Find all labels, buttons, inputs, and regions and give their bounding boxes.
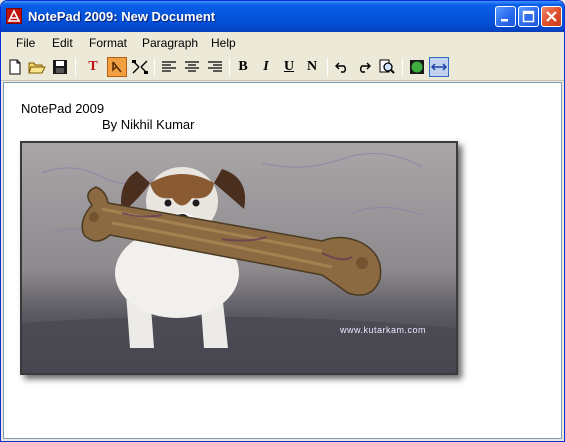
toolbar-separator (327, 58, 328, 76)
title-bar[interactable]: NotePad 2009: New Document (1, 1, 564, 32)
align-left-icon[interactable] (159, 57, 179, 77)
document-title-text: NotePad 2009 (21, 101, 105, 116)
resize-icon[interactable] (130, 57, 150, 77)
toolbar: T B I U N (1, 54, 564, 81)
app-window: NotePad 2009: New Document File Edit For… (0, 0, 565, 442)
toolbar-separator (154, 58, 155, 76)
highlight-icon[interactable] (107, 57, 127, 77)
menu-edit[interactable]: Edit (52, 36, 73, 50)
new-file-icon[interactable] (5, 57, 25, 77)
menu-file[interactable]: File (16, 36, 35, 50)
dog-with-bone-image (22, 143, 456, 373)
menu-format[interactable]: Format (89, 36, 127, 50)
minimize-button[interactable] (495, 6, 516, 27)
app-icon[interactable] (6, 8, 22, 24)
word-wrap-icon[interactable] (429, 57, 449, 77)
underline-icon[interactable]: U (279, 57, 299, 77)
document-author-text: By Nikhil Kumar (102, 117, 195, 132)
menu-paragraph[interactable]: Paragraph (142, 36, 198, 50)
maximize-button[interactable] (518, 6, 539, 27)
open-folder-icon[interactable] (27, 57, 47, 77)
align-right-icon[interactable] (205, 57, 225, 77)
toolbar-separator (75, 58, 76, 76)
redo-icon[interactable] (354, 57, 374, 77)
image-watermark: www.kutarkam.com (339, 325, 426, 335)
toolbar-separator (402, 58, 403, 76)
inserted-image[interactable]: www.kutarkam.com (20, 141, 458, 375)
menu-bar: File Edit Format Paragraph Help (1, 32, 564, 54)
find-icon[interactable] (377, 57, 397, 77)
background-color-icon[interactable] (407, 57, 427, 77)
save-icon[interactable] (50, 57, 70, 77)
close-button[interactable] (541, 6, 562, 27)
bold-icon[interactable]: B (233, 57, 253, 77)
document-area[interactable]: NotePad 2009 By Nikhil Kumar www.kutarka… (3, 82, 562, 439)
window-title: NotePad 2009: New Document (28, 9, 216, 24)
italic-icon[interactable]: I (256, 57, 276, 77)
normal-icon[interactable]: N (302, 57, 322, 77)
toolbar-separator (229, 58, 230, 76)
font-color-icon[interactable]: T (83, 57, 103, 77)
menu-help[interactable]: Help (211, 36, 236, 50)
align-center-icon[interactable] (182, 57, 202, 77)
undo-icon[interactable] (332, 57, 352, 77)
